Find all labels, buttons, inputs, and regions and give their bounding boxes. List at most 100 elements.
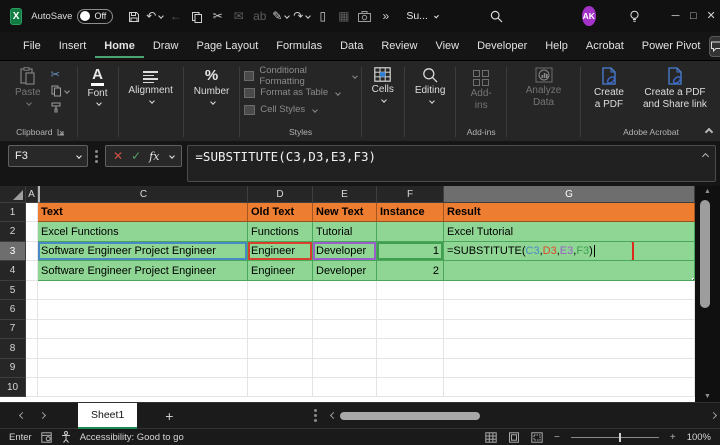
cell[interactable] (377, 359, 444, 378)
accessibility-icon[interactable] (61, 431, 71, 443)
row-header-2[interactable]: 2 (0, 222, 26, 241)
prev-sheet-button[interactable] (12, 413, 32, 418)
vertical-scrollbar[interactable]: ▲ ▼ (695, 186, 720, 402)
scroll-up-icon[interactable]: ▲ (695, 188, 720, 195)
cell-d3[interactable]: Engineer (248, 242, 313, 262)
collapse-formula-bar-icon[interactable] (702, 153, 709, 160)
cell-d1[interactable]: Old Text (248, 203, 313, 222)
cell[interactable] (377, 320, 444, 339)
sheet-options-icon[interactable] (314, 414, 317, 417)
cell[interactable] (248, 320, 313, 339)
cell[interactable] (26, 359, 38, 378)
tab-view[interactable]: View (426, 35, 468, 58)
tab-review[interactable]: Review (372, 35, 426, 58)
cell-c3[interactable]: Software Engineer Project Engineer (38, 242, 248, 262)
normal-view-icon[interactable] (485, 432, 497, 443)
select-all-button[interactable] (0, 186, 26, 203)
add-sheet-button[interactable]: + (165, 408, 173, 424)
draw-icon[interactable]: ✎ (270, 1, 291, 31)
tab-acrobat[interactable]: Acrobat (577, 35, 633, 58)
page-break-preview-icon[interactable] (531, 432, 543, 443)
cell[interactable] (248, 281, 313, 300)
tab-data[interactable]: Data (331, 35, 372, 58)
sheet-tab-sheet1[interactable]: Sheet1 (78, 403, 137, 429)
zoom-slider-thumb[interactable] (619, 433, 621, 442)
cell[interactable] (248, 339, 313, 358)
vertical-scroll-thumb[interactable] (700, 200, 710, 308)
cell-g2[interactable]: Excel Tutorial (444, 222, 695, 241)
copy-button[interactable] (51, 84, 69, 97)
cell-c2[interactable]: Excel Functions (38, 222, 248, 241)
comments-button[interactable] (709, 36, 720, 57)
tab-file[interactable]: File (14, 35, 50, 58)
tab-formulas[interactable]: Formulas (267, 35, 331, 58)
fx-chevron-icon[interactable] (170, 153, 176, 159)
tab-page-layout[interactable]: Page Layout (187, 35, 267, 58)
cell[interactable] (313, 320, 377, 339)
zoom-level[interactable]: 100% (687, 432, 711, 443)
zoom-slider[interactable] (571, 437, 659, 438)
tab-power-pivot[interactable]: Power Pivot (633, 35, 710, 58)
cell[interactable] (26, 378, 38, 397)
cell[interactable] (444, 359, 695, 378)
horizontal-scrollbar[interactable] (331, 412, 716, 420)
enter-entry-button[interactable]: ✓ (131, 149, 141, 163)
scroll-left-icon[interactable] (330, 412, 337, 419)
col-header-f[interactable]: F (377, 186, 444, 203)
format-painter-button[interactable] (51, 100, 69, 113)
cell-c4[interactable]: Software Engineer Project Engineer (38, 261, 248, 281)
page-layout-view-icon[interactable] (508, 432, 520, 443)
cell[interactable] (248, 300, 313, 319)
cell[interactable] (38, 359, 248, 378)
row-header-10[interactable]: 10 (0, 378, 26, 397)
col-header-d[interactable]: D (248, 186, 313, 203)
cell-d4[interactable]: Engineer (248, 261, 313, 281)
cell[interactable] (26, 281, 38, 300)
tab-developer[interactable]: Developer (468, 35, 536, 58)
next-sheet-button[interactable] (32, 413, 52, 418)
cell[interactable] (313, 281, 377, 300)
cell[interactable] (313, 378, 377, 397)
maximize-button[interactable]: □ (684, 0, 702, 32)
cell-f1[interactable]: Instance (377, 203, 444, 222)
close-button[interactable]: ✕ (702, 0, 720, 32)
col-header-a[interactable]: A (26, 186, 38, 203)
cell[interactable] (38, 281, 248, 300)
number-menu-button[interactable]: % Number (188, 63, 236, 104)
create-pdf-share-button[interactable]: Create a PDF and Share link (633, 63, 717, 110)
tab-help[interactable]: Help (536, 35, 577, 58)
cell-e4[interactable]: Developer (313, 261, 377, 281)
col-header-g[interactable]: G (444, 186, 695, 203)
tab-draw[interactable]: Draw (144, 35, 188, 58)
cell[interactable] (444, 378, 695, 397)
cell[interactable] (444, 320, 695, 339)
col-header-c[interactable]: C (38, 186, 248, 203)
horizontal-scroll-thumb[interactable] (340, 412, 480, 420)
camera-icon[interactable] (354, 1, 375, 31)
cell[interactable] (313, 359, 377, 378)
cell-e3[interactable]: Developer (313, 242, 377, 262)
row-header-9[interactable]: 9 (0, 359, 26, 378)
row-header-1[interactable]: 1 (0, 203, 26, 222)
tab-home[interactable]: Home (95, 35, 144, 58)
cell-e2[interactable]: Tutorial (313, 222, 377, 241)
row-header-3[interactable]: 3 (0, 242, 26, 262)
cell-f3[interactable]: 1 (377, 242, 444, 262)
more-commands-icon[interactable]: » (375, 1, 396, 31)
cell[interactable] (377, 339, 444, 358)
avatar[interactable]: AK (582, 6, 596, 26)
cell[interactable] (38, 339, 248, 358)
col-header-e[interactable]: E (313, 186, 377, 203)
zoom-out-button[interactable]: − (554, 432, 560, 443)
cell[interactable] (313, 300, 377, 319)
redo-icon[interactable]: ↷ (291, 1, 312, 31)
cell[interactable] (26, 300, 38, 319)
cell[interactable] (444, 300, 695, 319)
doc-title-chevron-icon[interactable] (434, 14, 439, 19)
editing-menu-button[interactable]: Editing (409, 63, 452, 103)
new-file-icon[interactable]: ▯ (312, 1, 333, 31)
cells-menu-button[interactable]: Cells (366, 63, 400, 102)
row-header-7[interactable]: 7 (0, 320, 26, 339)
search-icon[interactable] (486, 1, 507, 31)
cell[interactable] (248, 378, 313, 397)
